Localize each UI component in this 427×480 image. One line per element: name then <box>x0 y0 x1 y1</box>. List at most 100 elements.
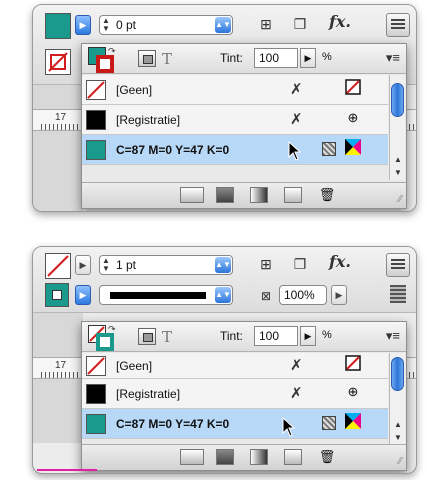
no-edit-icon: ✗ <box>290 81 303 98</box>
stroke-swatch-button[interactable] <box>45 283 69 307</box>
stroke-proxy-icon[interactable] <box>96 333 114 351</box>
show-gradient-swatches-button[interactable] <box>250 449 268 465</box>
scroll-down-arrow-icon[interactable]: ▼ <box>392 168 404 177</box>
swatches-panel-footer: 🗑 ⁄⁄ <box>82 182 406 208</box>
stroke-weight-value[interactable]: 0 pt <box>116 18 136 32</box>
opacity-value[interactable]: 100% <box>284 288 315 302</box>
swatch-list: [Geen] ✗ [Registratie] ✗ ⊕ C=87 M=0 Y=47… <box>82 75 388 165</box>
stroke-weight-field[interactable]: ▲ ▼ 0 pt ▲▼ <box>99 15 233 35</box>
scroll-up-arrow-icon[interactable]: ▲ <box>392 155 404 164</box>
panel-flyout-menu-icon[interactable]: ▾≡ <box>386 328 400 344</box>
ruler-number: 17 <box>55 360 67 371</box>
formatting-container-icon[interactable] <box>138 328 156 345</box>
swatch-name: C=87 M=0 Y=47 K=0 <box>116 143 230 157</box>
fill-swatch-button[interactable] <box>45 13 71 39</box>
new-swatch-button[interactable] <box>284 449 302 465</box>
stroke-weight-field[interactable]: ▲ ▼ 1 pt ▲▼ <box>99 255 233 275</box>
fill-dropdown-arrow[interactable]: ▶ <box>75 255 91 275</box>
frame-grid-icon[interactable]: ⊞ <box>255 253 277 275</box>
trash-icon[interactable]: 🗑 <box>318 187 336 203</box>
stepper-icon[interactable]: ▲ ▼ <box>102 257 112 273</box>
swap-arrow-icon[interactable]: ↷ <box>108 324 116 335</box>
stroke-inner-icon <box>52 290 62 300</box>
show-color-swatches-button[interactable] <box>216 187 234 203</box>
effects-button[interactable]: fx. <box>323 11 357 33</box>
show-color-swatches-button[interactable] <box>216 449 234 465</box>
swatches-panel: ↷ T Tint: 100 ▶ % ▾≡ [Geen] ✗ [Registrat… <box>81 43 407 209</box>
swatch-scrollbar[interactable]: ▲ ▼ <box>389 75 405 180</box>
none-swatch-chip <box>86 80 106 100</box>
swatch-row-teal[interactable]: C=87 M=0 Y=47 K=0 <box>82 409 388 439</box>
show-all-swatches-button[interactable] <box>180 187 204 203</box>
none-slash-icon <box>48 52 68 72</box>
stroke-dropdown-arrow[interactable]: ▶ <box>75 285 91 305</box>
no-edit-icon: ✗ <box>290 357 303 374</box>
show-gradient-swatches-button[interactable] <box>250 187 268 203</box>
teal-swatch-chip <box>86 140 106 160</box>
swatch-row-teal[interactable]: C=87 M=0 Y=47 K=0 <box>82 135 388 165</box>
opacity-field[interactable]: 100% <box>279 285 327 305</box>
none-slash-icon <box>87 357 105 375</box>
swap-arrow-icon[interactable]: ↷ <box>108 46 116 57</box>
mouse-cursor-icon <box>282 417 296 437</box>
no-edit-icon: ✗ <box>290 385 303 402</box>
swatch-scrollbar[interactable]: ▲ ▼ <box>389 353 405 445</box>
scrollbar-thumb[interactable] <box>391 357 404 391</box>
show-all-swatches-button[interactable] <box>180 449 204 465</box>
fill-dropdown-arrow[interactable]: ▶ <box>75 15 91 35</box>
swatches-panel-header: ↷ T Tint: 100 ▶ % ▾≡ <box>82 44 406 74</box>
no-edit-icon: ✗ <box>290 111 303 128</box>
stroke-swatch-button[interactable] <box>45 49 71 75</box>
stroke-type-select[interactable]: ▲▼ <box>99 285 233 305</box>
chevron-down-icon[interactable]: ▲▼ <box>215 287 231 303</box>
new-swatch-button[interactable] <box>284 187 302 203</box>
process-color-icon <box>322 416 336 430</box>
swatch-row-registration[interactable]: [Registratie] ✗ ⊕ <box>82 379 388 409</box>
process-color-icon <box>322 142 336 156</box>
panel-menu-button[interactable] <box>386 253 410 277</box>
opacity-arrow[interactable]: ▶ <box>331 285 347 305</box>
panel-flyout-menu-icon[interactable]: ▾≡ <box>386 50 400 66</box>
scrollbar-thumb[interactable] <box>391 83 404 117</box>
resize-grip-icon[interactable]: ⁄⁄ <box>399 194 402 205</box>
swatch-row-registration[interactable]: [Registratie] ✗ ⊕ <box>82 105 388 135</box>
trash-icon[interactable]: 🗑 <box>318 449 336 465</box>
cmyk-process-icon <box>344 139 362 157</box>
fill-stroke-proxy[interactable]: ↷ <box>88 46 116 73</box>
formatting-container-icon[interactable] <box>138 50 156 67</box>
drop-shadow-icon[interactable]: ❐ <box>289 253 311 275</box>
swatch-row-none[interactable]: [Geen] ✗ <box>82 75 388 105</box>
chevron-down-icon[interactable]: ▲▼ <box>215 17 231 33</box>
swatch-row-none[interactable]: [Geen] ✗ <box>82 353 388 379</box>
tint-slider-arrow[interactable]: ▶ <box>300 326 316 346</box>
swatches-panel: ↷ T Tint: 100 ▶ % ▾≡ [Geen] ✗ [Registrat… <box>81 321 407 471</box>
panel-stack-icon[interactable] <box>390 285 406 303</box>
tint-input[interactable]: 100 <box>254 326 298 346</box>
stroke-weight-value[interactable]: 1 pt <box>116 258 136 272</box>
stepper-icon[interactable]: ▲ ▼ <box>102 17 112 33</box>
tint-label: Tint: <box>220 51 243 65</box>
screenshot-top: ▶ ▲ ▼ 0 pt ▲▼ ⊞ ❐ fx. 17 ↷ T Tint: 100 ▶… <box>32 4 417 212</box>
effects-button[interactable]: fx. <box>323 251 357 273</box>
scroll-down-arrow-icon[interactable]: ▼ <box>392 433 404 442</box>
formatting-text-icon[interactable]: T <box>162 50 172 68</box>
none-swatch-chip <box>86 356 106 376</box>
screenshot-bottom: ▶ ▶ ▲ ▼ 1 pt ▲▼ ▲▼ ⊞ ❐ fx. ⊠ 100% ▶ 17 ↷… <box>32 246 417 474</box>
ruler-number: 17 <box>55 112 67 123</box>
frame-grid-icon[interactable]: ⊞ <box>255 13 277 35</box>
formatting-text-icon[interactable]: T <box>162 328 172 346</box>
tint-input[interactable]: 100 <box>254 48 298 68</box>
percent-label: % <box>322 329 332 341</box>
panel-menu-button[interactable] <box>386 13 410 37</box>
registration-target-icon: ⊕ <box>347 110 359 125</box>
scroll-up-arrow-icon[interactable]: ▲ <box>392 420 404 429</box>
resize-grip-icon[interactable]: ⁄⁄ <box>399 456 402 467</box>
tint-slider-arrow[interactable]: ▶ <box>300 48 316 68</box>
fill-stroke-proxy[interactable]: ↷ <box>88 324 116 351</box>
pasteboard <box>33 85 83 211</box>
swatches-panel-header: ↷ T Tint: 100 ▶ % ▾≡ <box>82 322 406 352</box>
chevron-down-icon[interactable]: ▲▼ <box>215 257 231 273</box>
stroke-proxy-icon[interactable] <box>96 55 114 73</box>
drop-shadow-icon[interactable]: ❐ <box>289 13 311 35</box>
fill-swatch-button[interactable] <box>45 253 71 279</box>
